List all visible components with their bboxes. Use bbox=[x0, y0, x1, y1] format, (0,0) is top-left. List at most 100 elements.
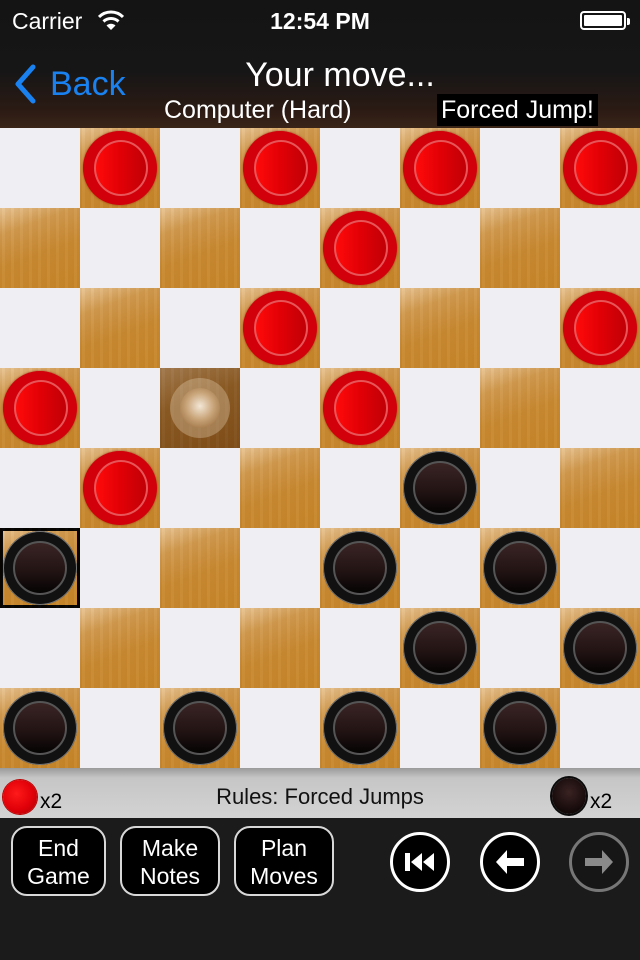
board-square[interactable] bbox=[80, 608, 160, 688]
board-square bbox=[400, 208, 480, 288]
undo-move-button[interactable] bbox=[480, 832, 540, 892]
board-square[interactable] bbox=[400, 288, 480, 368]
board-square bbox=[560, 208, 640, 288]
board-square[interactable] bbox=[0, 368, 80, 448]
board-square[interactable] bbox=[80, 128, 160, 208]
black-checker[interactable] bbox=[163, 691, 237, 765]
board-square[interactable] bbox=[240, 448, 320, 528]
board-square[interactable] bbox=[0, 688, 80, 768]
black-checker[interactable] bbox=[563, 611, 637, 685]
board-square bbox=[560, 528, 640, 608]
board-square[interactable] bbox=[400, 608, 480, 688]
board-square bbox=[240, 368, 320, 448]
board-square[interactable] bbox=[0, 208, 80, 288]
board-square[interactable] bbox=[400, 448, 480, 528]
board-square[interactable] bbox=[560, 608, 640, 688]
arrow-left-icon bbox=[496, 850, 524, 874]
board-square bbox=[480, 128, 560, 208]
board-square bbox=[240, 688, 320, 768]
board-square[interactable] bbox=[480, 688, 560, 768]
black-checker[interactable] bbox=[323, 531, 397, 605]
board-square bbox=[400, 368, 480, 448]
board-square[interactable] bbox=[240, 288, 320, 368]
make-notes-label-1: Make bbox=[141, 835, 199, 861]
board-square[interactable] bbox=[560, 448, 640, 528]
board-square bbox=[480, 608, 560, 688]
rewind-to-start-icon bbox=[405, 853, 434, 871]
board-square[interactable] bbox=[80, 448, 160, 528]
black-checker[interactable] bbox=[483, 691, 557, 765]
red-checker[interactable] bbox=[563, 291, 637, 365]
board-square bbox=[80, 208, 160, 288]
checkers-board[interactable] bbox=[0, 128, 640, 768]
board-square[interactable] bbox=[560, 288, 640, 368]
board-square[interactable] bbox=[320, 528, 400, 608]
board-square[interactable] bbox=[400, 128, 480, 208]
forced-jump-badge: Forced Jump! bbox=[437, 94, 598, 126]
board-square bbox=[80, 528, 160, 608]
red-checker[interactable] bbox=[83, 131, 157, 205]
arrow-right-icon bbox=[585, 850, 613, 874]
end-game-label-2: Game bbox=[27, 863, 90, 889]
selected-square[interactable] bbox=[0, 528, 80, 608]
red-checker[interactable] bbox=[403, 131, 477, 205]
make-notes-button[interactable]: Make Notes bbox=[120, 826, 220, 896]
board-square[interactable] bbox=[240, 608, 320, 688]
board-square bbox=[80, 368, 160, 448]
info-bar: x2 Rules: Forced Jumps x2 bbox=[0, 768, 640, 818]
board-square[interactable] bbox=[560, 128, 640, 208]
end-game-label-1: End bbox=[38, 835, 79, 861]
red-checker[interactable] bbox=[563, 131, 637, 205]
board-square[interactable] bbox=[320, 368, 400, 448]
board-square[interactable] bbox=[80, 288, 160, 368]
move-target-marker[interactable] bbox=[170, 378, 230, 438]
header: Carrier 12:54 PM Back Your move... Compu… bbox=[0, 0, 640, 128]
board-square[interactable] bbox=[320, 688, 400, 768]
opponent-label: Computer (Hard) bbox=[164, 96, 352, 124]
rewind-to-start-button[interactable] bbox=[390, 832, 450, 892]
board-square[interactable] bbox=[160, 688, 240, 768]
red-checker[interactable] bbox=[323, 211, 397, 285]
plan-moves-button[interactable]: Plan Moves bbox=[234, 826, 334, 896]
black-captured-count: x2 bbox=[590, 790, 613, 813]
black-checker[interactable] bbox=[403, 611, 477, 685]
red-checker[interactable] bbox=[243, 131, 317, 205]
red-checker[interactable] bbox=[83, 451, 157, 525]
black-checker[interactable] bbox=[3, 691, 77, 765]
board-square[interactable] bbox=[160, 528, 240, 608]
red-checker[interactable] bbox=[323, 371, 397, 445]
board-square[interactable] bbox=[320, 208, 400, 288]
battery-full-icon bbox=[580, 11, 630, 30]
red-checker[interactable] bbox=[243, 291, 317, 365]
back-button[interactable]: Back bbox=[14, 62, 126, 106]
plan-moves-label-2: Moves bbox=[250, 863, 318, 889]
board-square[interactable] bbox=[480, 368, 560, 448]
board-square bbox=[320, 448, 400, 528]
red-checker[interactable] bbox=[3, 371, 77, 445]
plan-moves-label-1: Plan bbox=[260, 835, 308, 861]
board-square[interactable] bbox=[240, 128, 320, 208]
end-game-button[interactable]: End Game bbox=[11, 826, 106, 896]
make-notes-label-2: Notes bbox=[139, 863, 201, 889]
black-checker[interactable] bbox=[3, 531, 77, 605]
board-square[interactable] bbox=[160, 208, 240, 288]
black-checker[interactable] bbox=[323, 691, 397, 765]
back-label: Back bbox=[50, 64, 126, 103]
board-square bbox=[0, 288, 80, 368]
board-square bbox=[0, 128, 80, 208]
black-checker[interactable] bbox=[403, 451, 477, 525]
black-checker[interactable] bbox=[483, 531, 557, 605]
black-piece-icon bbox=[552, 778, 586, 814]
turn-title: Your move... bbox=[245, 56, 435, 94]
board-square[interactable] bbox=[480, 528, 560, 608]
board-square bbox=[320, 288, 400, 368]
redo-move-button[interactable] bbox=[569, 832, 629, 892]
board-square[interactable] bbox=[480, 208, 560, 288]
clock: 12:54 PM bbox=[270, 8, 370, 34]
board-square bbox=[80, 688, 160, 768]
board-square bbox=[560, 688, 640, 768]
board-square bbox=[160, 128, 240, 208]
board-square[interactable] bbox=[160, 368, 240, 448]
board-square bbox=[400, 528, 480, 608]
chevron-left-icon bbox=[15, 64, 36, 104]
